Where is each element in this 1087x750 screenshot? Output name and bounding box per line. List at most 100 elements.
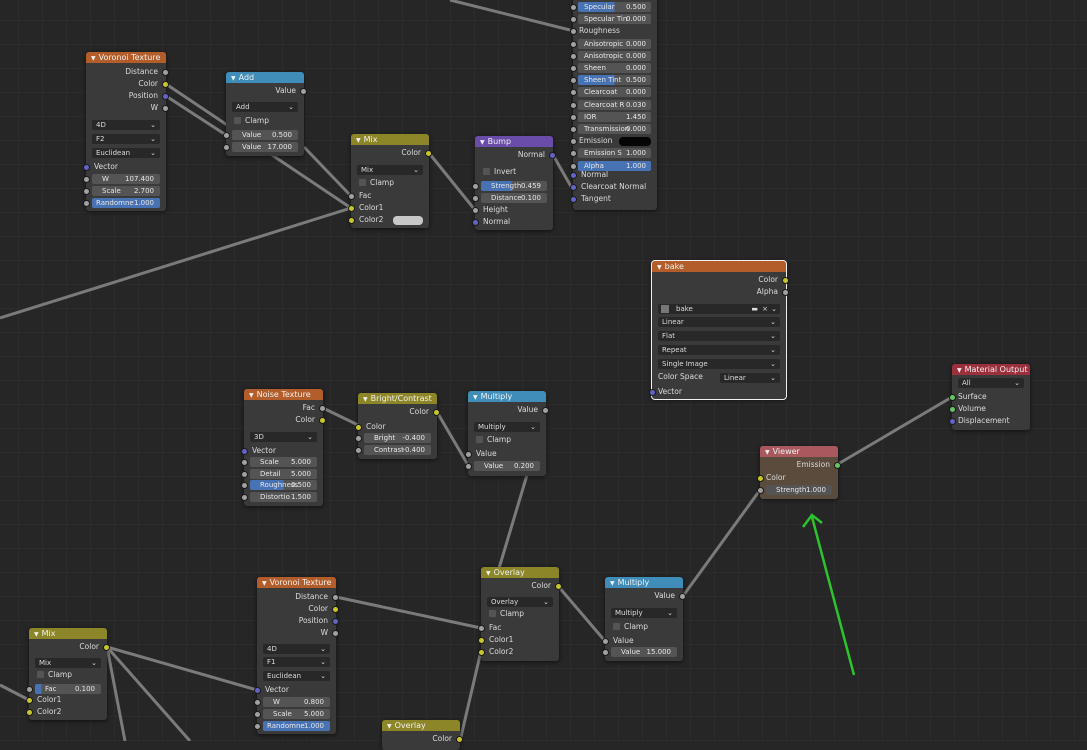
socket[interactable] (570, 101, 577, 109)
collapse-triangle-icon[interactable]: ▼ (657, 264, 662, 271)
socket[interactable] (542, 407, 549, 414)
socket[interactable] (254, 711, 261, 718)
bsdf-field[interactable]: Specular Tin 0.000 (578, 14, 651, 25)
node-header[interactable]: ▼ bake (652, 261, 786, 272)
socket[interactable] (83, 176, 90, 183)
node-header[interactable]: ▼ Material Output (952, 364, 1030, 375)
socket[interactable] (570, 89, 577, 97)
folder-icon[interactable]: ▬ (751, 304, 758, 314)
bright-contrast-node[interactable]: ▼ Bright/Contrast Color Color Bright -0.40… (355, 393, 440, 459)
operation-dropdown[interactable]: Multiply ⌄ (474, 422, 540, 432)
node-header[interactable]: ▼ Multiply (605, 577, 683, 588)
checkbox-box[interactable] (613, 623, 620, 630)
collapse-triangle-icon[interactable]: ▼ (765, 449, 770, 456)
socket[interactable] (555, 583, 562, 590)
socket[interactable] (478, 649, 485, 656)
metric-dropdown[interactable]: Euclidean ⌄ (263, 671, 330, 681)
collapse-triangle-icon[interactable]: ▼ (91, 55, 96, 62)
socket[interactable] (348, 205, 355, 212)
close-icon[interactable]: × (762, 304, 768, 314)
socket[interactable] (570, 184, 577, 191)
node-header[interactable]: ▼ Multiply (468, 391, 546, 402)
scale-field[interactable]: Scale 5.000 (250, 457, 317, 467)
socket[interactable] (949, 394, 956, 401)
socket[interactable] (570, 162, 577, 170)
node-header[interactable]: ▼ Viewer (760, 446, 838, 457)
socket[interactable] (949, 418, 956, 425)
socket[interactable] (570, 113, 577, 121)
socket[interactable] (456, 736, 463, 743)
fac-field[interactable]: Fac 0.100 (35, 684, 101, 694)
socket[interactable] (478, 625, 485, 632)
bsdf-field[interactable]: Anisotropic 0.000 (578, 38, 651, 49)
target-dropdown[interactable]: All ⌄ (958, 378, 1024, 388)
bsdf-field[interactable]: Specular 0.500 (578, 2, 651, 12)
socket[interactable] (949, 406, 956, 413)
value-field-1[interactable]: Value 0.500 (232, 130, 298, 140)
dimensions-dropdown[interactable]: 4D ⌄ (92, 120, 160, 130)
bsdf-field[interactable]: Emission S 1.000 (578, 148, 651, 159)
socket[interactable] (162, 93, 169, 100)
distortion-field[interactable]: Distortio 1.500 (250, 492, 317, 502)
socket[interactable] (425, 150, 432, 157)
socket[interactable] (300, 88, 307, 95)
roughness-field[interactable]: Roughness 0.500 (250, 480, 317, 490)
socket[interactable] (254, 723, 261, 730)
collapse-triangle-icon[interactable]: ▼ (486, 570, 491, 577)
dimensions-dropdown[interactable]: 4D ⌄ (263, 644, 330, 654)
checkbox-box[interactable] (234, 117, 241, 124)
socket[interactable] (478, 637, 485, 644)
node-header[interactable]: ▼ Bright/Contrast (358, 393, 437, 404)
collapse-triangle-icon[interactable]: ▼ (231, 75, 236, 82)
socket[interactable] (332, 594, 339, 601)
socket[interactable] (223, 132, 230, 139)
mix-rgb-node[interactable]: ▼ Mix Color Mix ⌄ Clamp Fac 0.100 Color1 Co… (26, 628, 110, 720)
socket[interactable] (162, 81, 169, 88)
strength-field[interactable]: Strength 1.000 (766, 485, 832, 495)
contrast-field[interactable]: Contrast -0.400 (364, 445, 431, 455)
socket[interactable] (319, 405, 326, 412)
clamp-checkbox[interactable]: Clamp (476, 435, 511, 445)
add-math-node[interactable]: ▼ Add Value Add ⌄ Clamp Value 0.500 Value 17… (223, 72, 307, 156)
value-field[interactable]: Value 15.000 (611, 647, 677, 657)
collapse-triangle-icon[interactable]: ▼ (249, 392, 254, 399)
overlay-mix-node[interactable]: ▼ Overlay Color (382, 720, 463, 750)
socket[interactable] (319, 417, 326, 424)
multiply-math-node[interactable]: ▼ Multiply Value Multiply ⌄ Clamp Value Va… (465, 391, 549, 476)
feature-dropdown[interactable]: F2 ⌄ (92, 134, 160, 144)
socket[interactable] (26, 686, 33, 693)
socket[interactable] (348, 193, 355, 200)
clamp-checkbox[interactable]: Clamp (613, 622, 648, 632)
node-header[interactable]: ▼ Add (226, 72, 304, 83)
socket[interactable] (355, 424, 362, 431)
principled-bsdf-node[interactable]: Specular 0.500 Specular Tin 0.000 Roughness A… (570, 0, 657, 210)
w-field[interactable]: W 107.400 (92, 174, 160, 184)
socket[interactable] (332, 606, 339, 613)
collapse-triangle-icon[interactable]: ▼ (957, 367, 962, 374)
bsdf-field[interactable]: Clearcoat 0.000 (578, 87, 651, 98)
bsdf-field[interactable]: Transmission 0.000 (578, 124, 651, 134)
interpolation-dropdown[interactable]: Linear ⌄ (658, 317, 780, 327)
node-header[interactable]: ▼ Mix (29, 628, 107, 639)
node-header[interactable]: ▼ Voronoi Texture (257, 577, 336, 588)
color-space-dropdown[interactable]: Linear ⌄ (720, 373, 780, 383)
collapse-triangle-icon[interactable]: ▼ (387, 723, 392, 730)
socket[interactable] (570, 16, 577, 24)
socket[interactable] (472, 183, 479, 190)
bump-node[interactable]: ▼ Bump Normal Invert Strength 0.459 Distan… (472, 136, 556, 230)
socket[interactable] (241, 459, 248, 466)
collapse-triangle-icon[interactable]: ▼ (473, 394, 478, 401)
value-field[interactable]: Value 0.200 (474, 461, 540, 471)
socket[interactable] (782, 289, 789, 296)
socket[interactable] (602, 649, 609, 656)
socket[interactable] (223, 144, 230, 151)
socket[interactable] (834, 462, 841, 469)
checkbox-box[interactable] (476, 436, 483, 443)
socket[interactable] (241, 471, 248, 478)
color-swatch[interactable] (619, 137, 651, 147)
dimensions-dropdown[interactable]: 3D ⌄ (250, 432, 317, 442)
collapse-triangle-icon[interactable]: ▼ (610, 580, 615, 587)
socket[interactable] (83, 164, 90, 171)
invert-checkbox[interactable]: Invert (483, 167, 516, 177)
clamp-checkbox[interactable]: Clamp (234, 116, 269, 126)
